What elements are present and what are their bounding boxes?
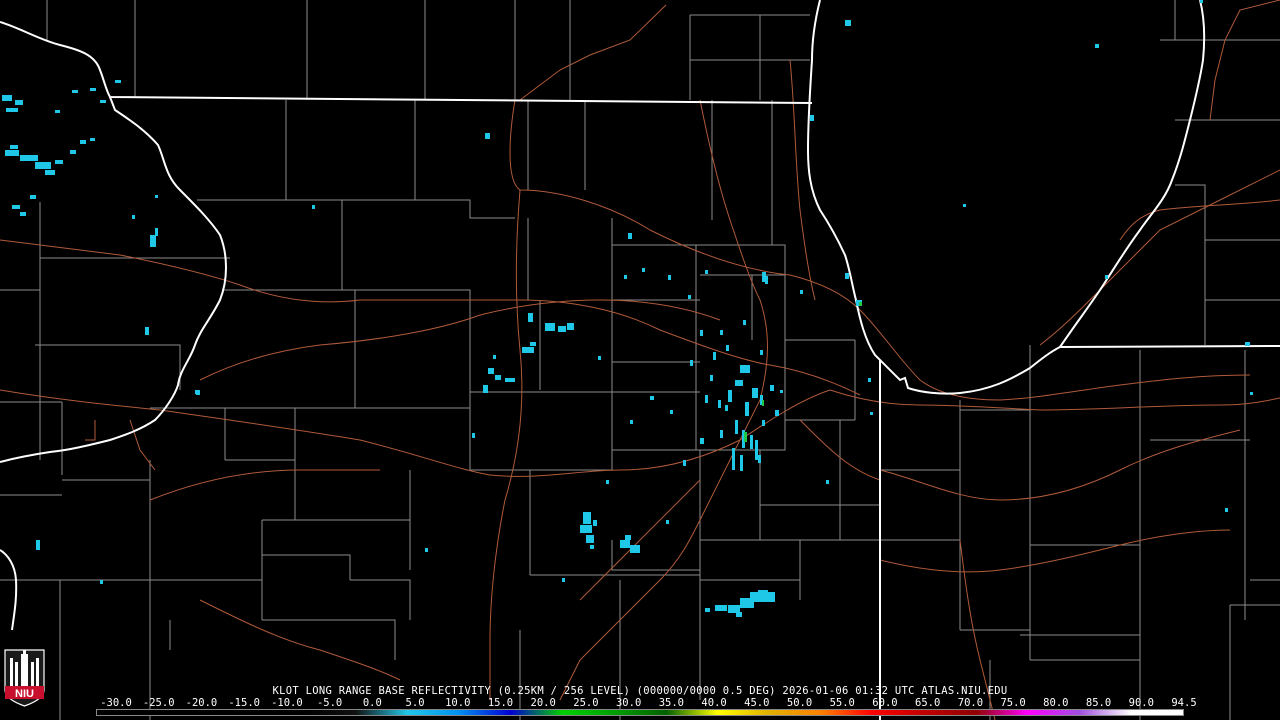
- scale-label: -20.0: [185, 697, 218, 709]
- scale-label: 10.0: [445, 697, 471, 709]
- scale-label: 60.0: [872, 697, 898, 709]
- scale-label: 50.0: [786, 697, 813, 709]
- scale-label: 25.0: [573, 697, 599, 709]
- scale-label: 30.0: [615, 697, 642, 709]
- scale-label: 65.0: [915, 697, 941, 709]
- scale-label: -30.0: [100, 697, 132, 709]
- scale-label: 5.0: [405, 697, 425, 709]
- scale-label: -15.0: [228, 697, 260, 709]
- reflectivity-scale-labels: -30.0 -25.0 -20.0 -15.0 -10.0 -5.0 0.0 5.0 10.0 1…: [94, 697, 1197, 709]
- niu-logo: NIU: [4, 649, 45, 707]
- product-caption: KLOT LONG RANGE BASE REFLECTIVITY (0.25K…: [272, 685, 1008, 697]
- scale-label: -5.0: [316, 697, 343, 709]
- scale-label: 80.0: [1043, 697, 1069, 709]
- scale-label: 45.0: [744, 697, 770, 709]
- scale-label: 94.5: [1171, 697, 1197, 709]
- radar-map: [0, 0, 1280, 720]
- scale-label: -25.0: [142, 697, 175, 709]
- scale-label: 0.0: [362, 697, 382, 709]
- scale-label: 75.0: [1000, 697, 1026, 709]
- scale-label: -10.0: [271, 697, 303, 709]
- scale-label: 55.0: [829, 697, 855, 709]
- state-borders: [0, 0, 1280, 720]
- scale-label: 85.0: [1085, 697, 1112, 709]
- scale-label: 70.0: [957, 697, 984, 709]
- scale-label: 90.0: [1128, 697, 1154, 709]
- radar-echoes: [2, 0, 1253, 617]
- scale-label: 15.0: [487, 697, 514, 709]
- highway-lines: [0, 0, 1280, 720]
- scale-label: 35.0: [658, 697, 685, 709]
- county-lines: [0, 0, 1280, 720]
- scale-label: 40.0: [701, 697, 727, 709]
- reflectivity-colorbar: [96, 709, 1184, 716]
- scale-label: 20.0: [530, 697, 556, 709]
